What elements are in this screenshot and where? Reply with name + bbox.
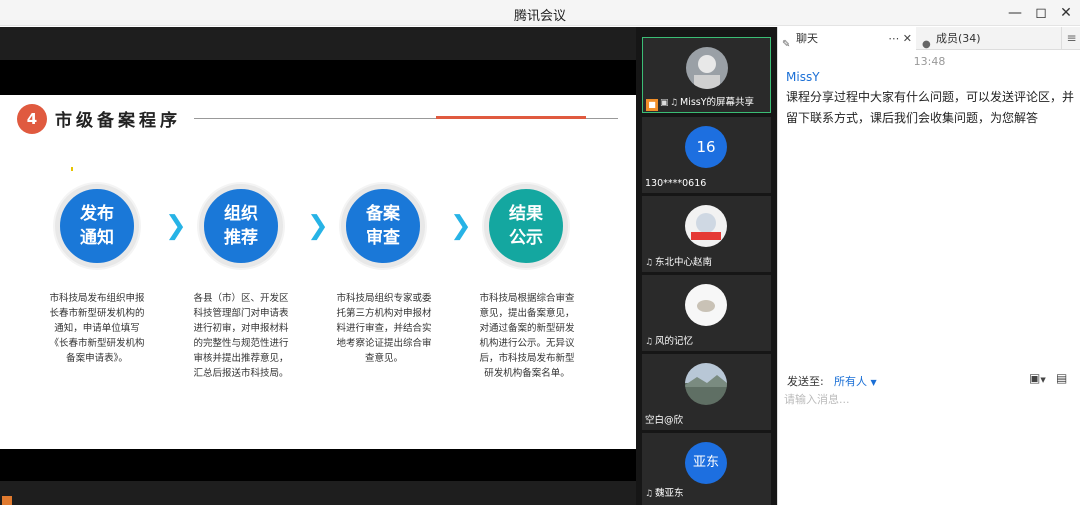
- slide: 4 市级备案程序 发布通知 ❯ 组织推荐 ❯ 备案审查 ❯ 结果公示 市科技局发…: [0, 95, 636, 449]
- step-circle-4: 结果公示: [484, 184, 568, 268]
- minimize-icon[interactable]: —: [1005, 3, 1025, 23]
- avatar: [685, 284, 727, 326]
- video-tile-1[interactable]: ■ ▣♫ MissY的屏幕共享: [642, 37, 771, 113]
- message-text: 课程分享过程中大家有什么问题，可以发送评论区，并留下联系方式，课后我们会收集问题…: [786, 90, 1075, 125]
- step-desc-3: 市科技局组织专家或委托第三方机构对申报材料进行审查，并结合实地考察论证提出综合审…: [336, 293, 432, 364]
- avatar: 亚东: [685, 442, 727, 484]
- chevron-right-icon: ❯: [165, 211, 187, 241]
- close-icon[interactable]: ✕: [1056, 3, 1076, 23]
- tile-nameplate: ■ ▣♫ MissY的屏幕共享: [643, 94, 770, 112]
- decorative-mark: [71, 167, 73, 171]
- presenter-strip: [0, 495, 200, 505]
- tab-options-icon[interactable]: ⋯ ✕: [888, 27, 912, 50]
- recipient-select[interactable]: 所有人 ▼: [834, 373, 877, 389]
- participant-name: 风的记忆: [655, 336, 694, 347]
- video-tile-2[interactable]: 16 130****0616: [642, 117, 771, 193]
- send-to-label: 发送至:: [787, 375, 824, 388]
- window-title: 腾讯会议: [513, 9, 566, 24]
- title-bar: 腾讯会议 — ◻ ✕: [0, 0, 1080, 26]
- chat-timestamp: 13:48: [913, 55, 946, 68]
- mic-icon: ♫: [645, 489, 654, 499]
- recipient-value: 所有人: [834, 375, 867, 388]
- panel-tabs: ✎ 聊天 ⋯ ✕ ● 成员(34) ≡: [778, 27, 1080, 51]
- video-tile-4[interactable]: ♫ 风的记忆: [642, 275, 771, 351]
- chevron-right-icon: ❯: [307, 211, 329, 241]
- participant-name: 130****0616: [645, 178, 707, 189]
- video-tile-3[interactable]: ♫ 东北中心赵南: [642, 196, 771, 272]
- step-circle-2: 组织推荐: [199, 184, 283, 268]
- slide-section-number: 4: [17, 104, 47, 134]
- tile-nameplate: ♫ 东北中心赵南: [642, 254, 771, 272]
- mic-icon: ♫: [645, 258, 654, 268]
- tile-nameplate: ♫ 魏亚东: [642, 485, 771, 503]
- tab-members-label: 成员(34): [936, 32, 981, 45]
- mic-icon: ♫: [670, 98, 679, 108]
- chat-panel: ✎ 聊天 ⋯ ✕ ● 成员(34) ≡ 13:48 MissY 课程分享过程中大…: [777, 27, 1080, 505]
- screenshot-icon[interactable]: ▤: [1056, 371, 1067, 385]
- participant-name: MissY的屏幕共享: [680, 97, 755, 108]
- tab-chat[interactable]: ✎ 聊天 ⋯ ✕: [778, 27, 916, 51]
- video-tiles[interactable]: ■ ▣♫ MissY的屏幕共享 16 130****0616 ♫ 东北中心赵南 ♫ 风的…: [636, 27, 777, 505]
- participant-name: 东北中心赵南: [655, 257, 713, 268]
- chat-icon: ✎: [782, 39, 791, 50]
- tab-members[interactable]: ● 成员(34): [918, 27, 1058, 50]
- participant-name: 魏亚东: [655, 488, 684, 499]
- meeting-window: 腾讯会议 — ◻ ✕ 4 市级备案程序 发布通知 ❯ 组织推荐 ❯ 备案审查 ❯…: [0, 0, 1080, 505]
- avatar: [686, 47, 728, 89]
- step-circle-1: 发布通知: [55, 184, 139, 268]
- slide-title: 市级备案程序: [55, 111, 181, 131]
- chevron-right-icon: ❯: [450, 211, 472, 241]
- tab-chat-label: 聊天: [796, 32, 818, 45]
- participant-name: 空白@欣: [645, 415, 684, 426]
- presenter-flag-icon: [2, 496, 12, 505]
- tile-nameplate: 空白@欣: [642, 412, 771, 430]
- menu-icon[interactable]: ≡: [1061, 27, 1080, 50]
- slide-top-bar: [0, 60, 636, 95]
- step-desc-1: 市科技局发布组织申报长春市新型研发机构的通知，申请单位填写《长春市新型研发机构备…: [49, 293, 145, 364]
- screen-share-icon: ▣: [660, 98, 669, 108]
- video-tile-5[interactable]: 空白@欣: [642, 354, 771, 430]
- file-icon[interactable]: ▣▼: [1029, 371, 1046, 385]
- shared-screen: 4 市级备案程序 发布通知 ❯ 组织推荐 ❯ 备案审查 ❯ 结果公示 市科技局发…: [0, 27, 636, 505]
- avatar: [685, 205, 727, 247]
- tile-nameplate: 130****0616: [642, 175, 771, 193]
- mic-icon: ♫: [645, 337, 654, 347]
- step-circle-3: 备案审查: [341, 184, 425, 268]
- members-icon: ●: [922, 39, 931, 50]
- video-tile-6[interactable]: 亚东 ♫ 魏亚东: [642, 433, 771, 505]
- caret-down-icon: ▼: [870, 378, 877, 387]
- host-flag-icon: ■: [646, 99, 658, 111]
- message-input[interactable]: [784, 391, 1074, 501]
- step-desc-4: 市科技局根据综合审查意见，提出备案意见，对通过备案的新型研发机构进行公示。无异议…: [479, 293, 575, 379]
- step-desc-2: 各县（市）区、开发区科技管理部门对申请表进行初审，对申报材料的完整性与规范性进行…: [193, 293, 289, 379]
- slide-bottom-bar: [0, 449, 636, 481]
- tile-nameplate: ♫ 风的记忆: [642, 333, 771, 351]
- maximize-icon[interactable]: ◻: [1031, 3, 1051, 23]
- title-divider-accent: [436, 116, 586, 119]
- avatar: [685, 363, 727, 405]
- message-sender: MissY: [786, 70, 820, 84]
- avatar: 16: [685, 126, 727, 168]
